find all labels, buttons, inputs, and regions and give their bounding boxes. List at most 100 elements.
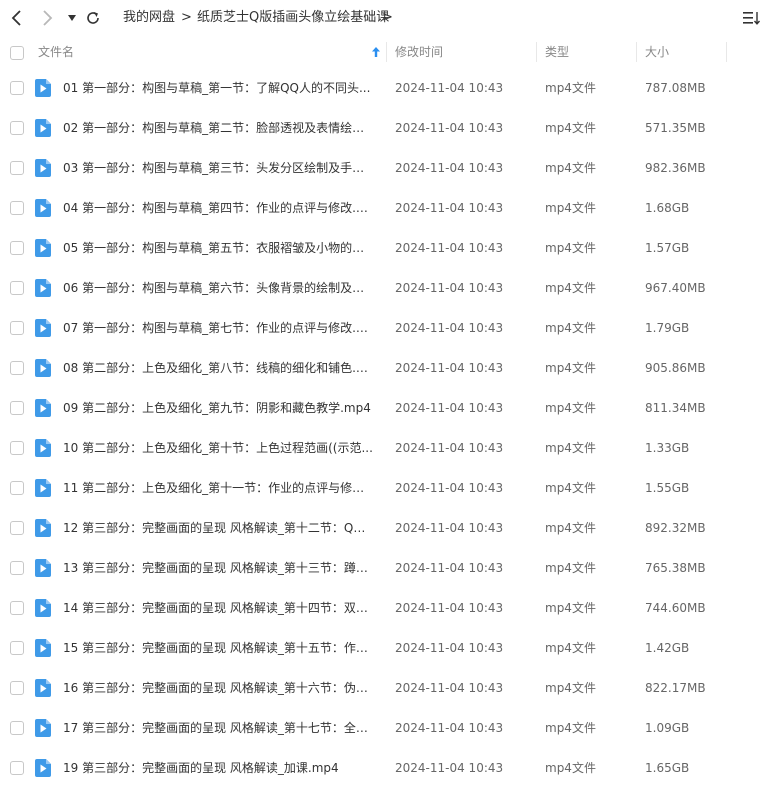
- file-row[interactable]: 06 第一部分：构图与草稿_第六节：头像背景的绘制及构... 2024-11-04…: [0, 268, 769, 308]
- file-row[interactable]: 04 第一部分：构图与草稿_第四节：作业的点评与修改.m... 2024-11-0…: [0, 188, 769, 228]
- row-checkbox[interactable]: [10, 321, 24, 335]
- row-checkbox[interactable]: [10, 481, 24, 495]
- file-row[interactable]: 02 第一部分：构图与草稿_第二节：脸部透视及表情绘制... 2024-11-04…: [0, 108, 769, 148]
- file-modified-time: 2024-11-04 10:43: [395, 81, 504, 95]
- file-name[interactable]: 10 第二部分：上色及细化_第十节：上色过程范画((示范...: [63, 428, 375, 468]
- row-checkbox[interactable]: [10, 521, 24, 535]
- video-file-icon: [35, 79, 51, 97]
- file-row[interactable]: 11 第二部分：上色及细化_第十一节：作业的点评与修改.... 2024-11-0…: [0, 468, 769, 508]
- breadcrumb-item-current[interactable]: 纸质芝士Q版插画头像立绘基础课: [197, 9, 389, 27]
- file-row[interactable]: 01 第一部分：构图与草稿_第一节：了解QQ人的不同头... 2024-11-04…: [0, 68, 769, 108]
- file-row[interactable]: 19 第三部分：完整画面的呈现 风格解读_加课.mp4 2024-11-04 10…: [0, 748, 769, 788]
- row-checkbox[interactable]: [10, 401, 24, 415]
- row-checkbox[interactable]: [10, 361, 24, 375]
- file-size: 1.55GB: [645, 481, 690, 495]
- chevron-right-icon: [43, 10, 53, 26]
- file-modified-time: 2024-11-04 10:43: [395, 121, 504, 135]
- column-divider: [386, 42, 387, 62]
- forward-button[interactable]: [36, 7, 58, 29]
- file-type: mp4文件: [545, 761, 596, 775]
- column-header-type[interactable]: 类型: [545, 36, 569, 68]
- row-checkbox[interactable]: [10, 761, 24, 775]
- file-row[interactable]: 10 第二部分：上色及细化_第十节：上色过程范画((示范... 2024-11-0…: [0, 428, 769, 468]
- file-row[interactable]: 15 第三部分：完整画面的呈现 风格解读_第十五节：作业... 2024-11-0…: [0, 628, 769, 668]
- row-checkbox[interactable]: [10, 721, 24, 735]
- file-name[interactable]: 08 第二部分：上色及细化_第八节：线稿的细化和铺色.m...: [63, 348, 375, 388]
- row-checkbox[interactable]: [10, 601, 24, 615]
- file-name[interactable]: 12 第三部分：完整画面的呈现 风格解读_第十二节：Q版...: [63, 508, 375, 548]
- file-size: 1.79GB: [645, 321, 690, 335]
- select-all-checkbox[interactable]: [10, 46, 24, 60]
- row-checkbox[interactable]: [10, 161, 24, 175]
- file-type: mp4文件: [545, 601, 596, 615]
- file-row[interactable]: 17 第三部分：完整画面的呈现 风格解读_第十七节：全身... 2024-11-0…: [0, 708, 769, 748]
- history-dropdown[interactable]: [64, 7, 80, 29]
- file-name[interactable]: 07 第一部分：构图与草稿_第七节：作业的点评与修改.m...: [63, 308, 375, 348]
- file-name[interactable]: 14 第三部分：完整画面的呈现 风格解读_第十四节：双人...: [63, 588, 375, 628]
- row-checkbox[interactable]: [10, 281, 24, 295]
- file-row[interactable]: 08 第二部分：上色及细化_第八节：线稿的细化和铺色.m... 2024-11-0…: [0, 348, 769, 388]
- file-size: 982.36MB: [645, 161, 706, 175]
- file-name[interactable]: 02 第一部分：构图与草稿_第二节：脸部透视及表情绘制...: [63, 108, 375, 148]
- row-checkbox[interactable]: [10, 121, 24, 135]
- file-type: mp4文件: [545, 561, 596, 575]
- file-name[interactable]: 04 第一部分：构图与草稿_第四节：作业的点评与修改.m...: [63, 188, 375, 228]
- file-name[interactable]: 19 第三部分：完整画面的呈现 风格解读_加课.mp4: [63, 748, 375, 788]
- video-file-icon: [35, 319, 51, 337]
- file-name[interactable]: 01 第一部分：构图与草稿_第一节：了解QQ人的不同头...: [63, 68, 375, 108]
- file-row[interactable]: 12 第三部分：完整画面的呈现 风格解读_第十二节：Q版... 2024-11-0…: [0, 508, 769, 548]
- file-size: 1.68GB: [645, 201, 690, 215]
- file-row[interactable]: 07 第一部分：构图与草稿_第七节：作业的点评与修改.m... 2024-11-0…: [0, 308, 769, 348]
- file-size: 811.34MB: [645, 401, 706, 415]
- row-checkbox[interactable]: [10, 81, 24, 95]
- row-checkbox[interactable]: [10, 201, 24, 215]
- file-modified-time: 2024-11-04 10:43: [395, 321, 504, 335]
- file-size: 1.09GB: [645, 721, 690, 735]
- file-name[interactable]: 13 第三部分：完整画面的呈现 风格解读_第十三节：蹲坐...: [63, 548, 375, 588]
- file-type: mp4文件: [545, 721, 596, 735]
- file-name[interactable]: 03 第一部分：构图与草稿_第三节：头发分区绘制及手的...: [63, 148, 375, 188]
- back-button[interactable]: [6, 7, 28, 29]
- file-size: 787.08MB: [645, 81, 706, 95]
- column-header-size[interactable]: 大小: [645, 36, 669, 68]
- file-size: 571.35MB: [645, 121, 706, 135]
- file-name[interactable]: 05 第一部分：构图与草稿_第五节：衣服褶皱及小物的绘...: [63, 228, 375, 268]
- file-name[interactable]: 06 第一部分：构图与草稿_第六节：头像背景的绘制及构...: [63, 268, 375, 308]
- sort-arrow-up-icon[interactable]: [372, 47, 380, 57]
- file-row[interactable]: 05 第一部分：构图与草稿_第五节：衣服褶皱及小物的绘... 2024-11-04…: [0, 228, 769, 268]
- file-name[interactable]: 09 第二部分：上色及细化_第九节：阴影和藏色教学.mp4: [63, 388, 375, 428]
- video-file-icon: [35, 239, 51, 257]
- file-type: mp4文件: [545, 121, 596, 135]
- row-checkbox[interactable]: [10, 681, 24, 695]
- file-name[interactable]: 17 第三部分：完整画面的呈现 风格解读_第十七节：全身...: [63, 708, 375, 748]
- file-modified-time: 2024-11-04 10:43: [395, 281, 504, 295]
- file-row[interactable]: 13 第三部分：完整画面的呈现 风格解读_第十三节：蹲坐... 2024-11-0…: [0, 548, 769, 588]
- column-divider: [536, 42, 537, 62]
- file-row[interactable]: 16 第三部分：完整画面的呈现 风格解读_第十六节：伪厚... 2024-11-0…: [0, 668, 769, 708]
- row-checkbox[interactable]: [10, 561, 24, 575]
- column-divider: [726, 42, 727, 62]
- file-name[interactable]: 11 第二部分：上色及细化_第十一节：作业的点评与修改....: [63, 468, 375, 508]
- column-header-modified[interactable]: 修改时间: [395, 36, 443, 68]
- refresh-button[interactable]: [84, 7, 102, 29]
- video-file-icon: [35, 359, 51, 377]
- file-row[interactable]: 03 第一部分：构图与草稿_第三节：头发分区绘制及手的... 2024-11-04…: [0, 148, 769, 188]
- video-file-icon: [35, 199, 51, 217]
- video-file-icon: [35, 719, 51, 737]
- file-name[interactable]: 15 第三部分：完整画面的呈现 风格解读_第十五节：作业...: [63, 628, 375, 668]
- file-size: 1.57GB: [645, 241, 690, 255]
- row-checkbox[interactable]: [10, 641, 24, 655]
- file-row[interactable]: 14 第三部分：完整画面的呈现 风格解读_第十四节：双人... 2024-11-0…: [0, 588, 769, 628]
- refresh-icon: [87, 12, 99, 24]
- file-modified-time: 2024-11-04 10:43: [395, 241, 504, 255]
- breadcrumb-item-root[interactable]: 我的网盘: [123, 9, 175, 27]
- file-row[interactable]: 09 第二部分：上色及细化_第九节：阴影和藏色教学.mp4 2024-11-04 …: [0, 388, 769, 428]
- file-modified-time: 2024-11-04 10:43: [395, 361, 504, 375]
- file-name[interactable]: 16 第三部分：完整画面的呈现 风格解读_第十六节：伪厚...: [63, 668, 375, 708]
- column-header-name[interactable]: 文件名: [38, 36, 74, 68]
- row-checkbox[interactable]: [10, 441, 24, 455]
- sort-menu-button[interactable]: [742, 7, 762, 29]
- video-file-icon: [35, 439, 51, 457]
- row-checkbox[interactable]: [10, 241, 24, 255]
- breadcrumb-separator: >: [382, 10, 393, 25]
